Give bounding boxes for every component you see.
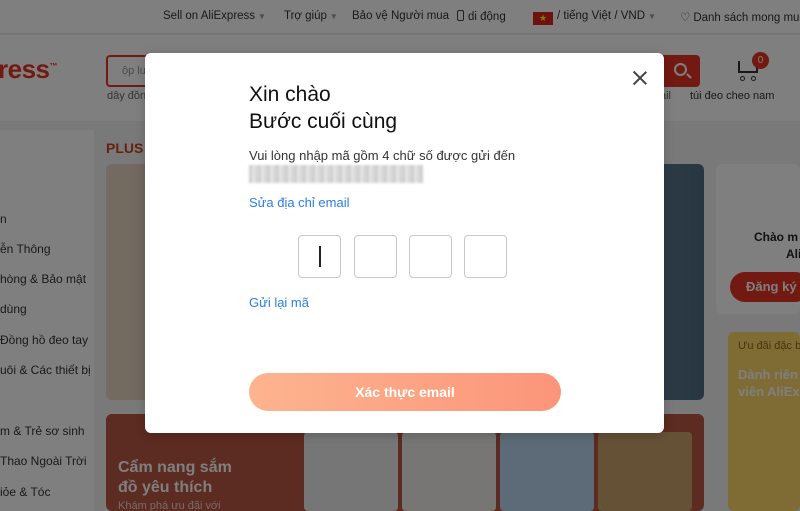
edit-email-link[interactable]: Sửa địa chỉ email — [249, 195, 349, 210]
email-verification-dialog: Xin chào Bước cuối cùng Vui lòng nhập mã… — [145, 53, 664, 433]
resend-code-link[interactable]: Gửi lại mã — [249, 295, 309, 310]
code-digit-input[interactable] — [354, 235, 397, 278]
code-digit-input[interactable] — [298, 235, 341, 278]
close-icon[interactable] — [630, 68, 650, 88]
text-cursor — [319, 246, 321, 267]
dialog-title-step: Bước cuối cùng — [249, 110, 398, 133]
dialog-description: Vui lòng nhập mã gồm 4 chữ số được gửi đ… — [249, 148, 516, 163]
dialog-title-greeting: Xin chào — [249, 83, 331, 106]
verify-email-button[interactable]: Xác thực email — [249, 373, 561, 411]
masked-email-address — [249, 165, 423, 183]
code-digit-input[interactable] — [409, 235, 452, 278]
code-digit-input[interactable] — [464, 235, 507, 278]
